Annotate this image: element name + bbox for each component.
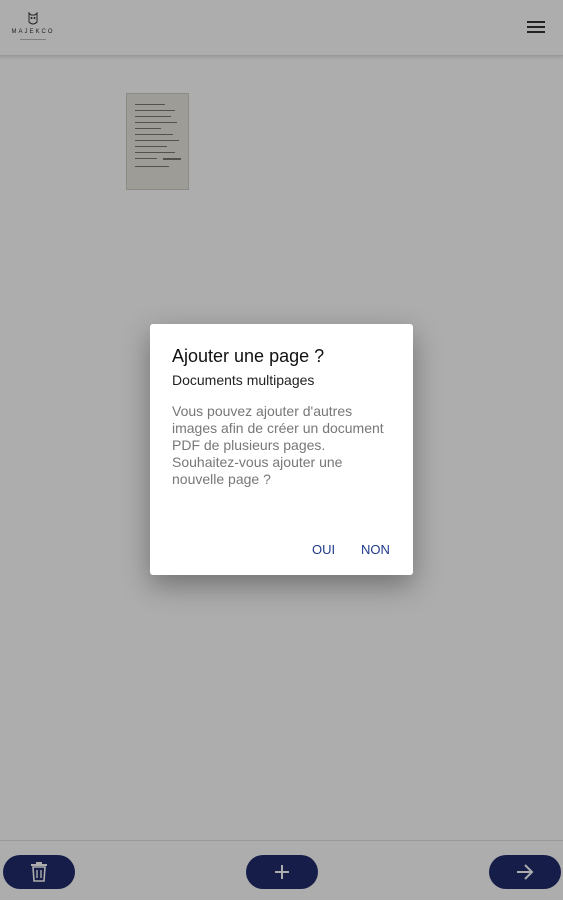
dialog-subtitle: Documents multipages xyxy=(172,372,315,388)
dialog-message: Vous pouvez ajouter d'autres images afin… xyxy=(172,403,387,488)
app-screen: MAJEKCO Ajouter une page ? Documents mul… xyxy=(0,0,563,901)
dialog-message-line: Souhaitez-vous ajouter une nouvelle page… xyxy=(172,454,343,487)
yes-button[interactable]: OUI xyxy=(308,540,339,559)
no-button[interactable]: NON xyxy=(357,540,394,559)
dialog-message-line: Vous pouvez ajouter d'autres images afin… xyxy=(172,403,384,453)
add-page-dialog: Ajouter une page ? Documents multipages … xyxy=(150,324,413,575)
dialog-title: Ajouter une page ? xyxy=(172,346,325,366)
